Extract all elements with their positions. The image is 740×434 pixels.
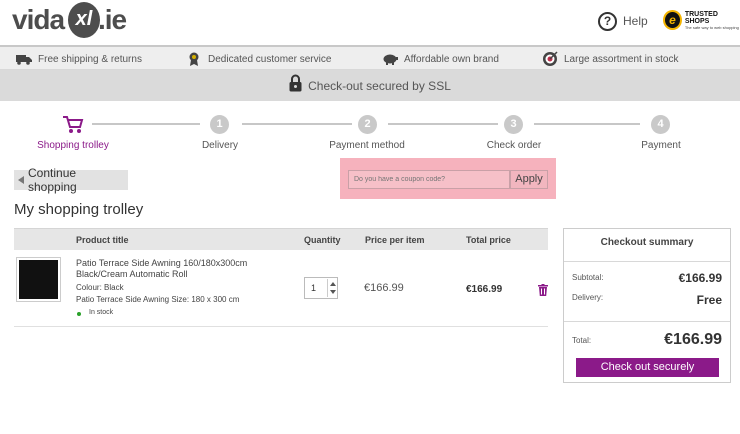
target-icon	[542, 51, 558, 66]
step-number: 3	[504, 115, 523, 134]
usp-own-brand: Affordable own brand	[382, 50, 499, 68]
step-connector	[242, 123, 352, 125]
quantity-stepper[interactable]: 1	[304, 277, 338, 299]
step-number: 1	[210, 115, 229, 134]
logo-mark: xl	[68, 2, 100, 38]
quantity-value[interactable]: 1	[311, 283, 316, 293]
price-per-item: €166.99	[364, 282, 404, 294]
header-quantity: Quantity	[304, 235, 341, 245]
check-out-button[interactable]: Check out securely	[576, 358, 719, 377]
step-payment: Payment	[641, 140, 681, 151]
usp-label: Large assortment in stock	[564, 53, 679, 65]
logo-text: vida	[12, 4, 65, 35]
coupon-apply-button[interactable]: Apply	[510, 170, 548, 189]
step-connector	[388, 123, 498, 125]
piggy-bank-icon	[382, 52, 398, 66]
page-title: My shopping trolley	[14, 201, 144, 218]
header-price-per-item: Price per item	[365, 235, 425, 245]
step-payment-method: Payment method	[329, 140, 405, 151]
trusted-shops-icon: e	[663, 10, 682, 30]
usp-bar: Free shipping & returns Dedicated custom…	[0, 45, 740, 70]
summary-title: Checkout summary	[600, 237, 694, 248]
shopping-cart-icon	[62, 115, 84, 135]
usp-label: Free shipping & returns	[38, 53, 142, 65]
delivery-value: Free	[696, 293, 722, 307]
step-connector	[92, 123, 200, 125]
trusted-shops-badge[interactable]: e TRUSTED SHOPS The safe way to web shop…	[663, 10, 740, 30]
coupon-section: Apply	[340, 158, 556, 199]
truck-icon	[16, 52, 32, 66]
total-label: Total:	[572, 336, 592, 345]
divider	[564, 261, 730, 262]
stock-status: In stock	[89, 309, 114, 316]
usp-free-shipping: Free shipping & returns	[16, 50, 142, 68]
help-link[interactable]: ? Help	[598, 11, 648, 31]
step-number: 4	[651, 115, 670, 134]
trusted-shops-title: TRUSTED SHOPS	[684, 10, 718, 25]
subtotal-value: €166.99	[678, 271, 722, 285]
product-colour: Colour: Black	[76, 283, 124, 292]
lock-icon	[289, 74, 302, 97]
trash-icon[interactable]	[538, 283, 548, 296]
total-value: €166.99	[664, 331, 722, 348]
chevron-down-icon[interactable]	[330, 290, 336, 294]
subtotal-label: Subtotal:	[572, 273, 604, 282]
vidaxl-logo[interactable]: vida xl .ie	[12, 2, 127, 40]
logo-domain: .ie	[98, 4, 127, 35]
continue-shopping-button[interactable]: Continue shopping	[14, 166, 128, 194]
coupon-input[interactable]	[348, 170, 510, 189]
usp-label: Affordable own brand	[404, 53, 499, 65]
product-thumbnail[interactable]	[16, 257, 61, 302]
ssl-label: Check-out secured by SSL	[308, 78, 451, 93]
quantity-arrows[interactable]	[327, 279, 337, 297]
step-shopping-trolley: Shopping trolley	[37, 140, 109, 151]
usp-customer-service: Dedicated customer service	[186, 50, 331, 68]
divider	[564, 321, 730, 322]
step-delivery: Delivery	[201, 140, 239, 151]
product-title-link[interactable]: Patio Terrace Side Awning 160/180x300cm …	[76, 258, 271, 280]
continue-shopping-label: Continue shopping	[28, 166, 77, 194]
step-check-order: Check order	[486, 140, 542, 151]
question-circle-icon: ?	[598, 11, 617, 31]
trusted-shops-subtitle: The safe way to web shopping	[684, 24, 739, 30]
header-total-price: Total price	[466, 235, 511, 245]
table-row: Patio Terrace Side Awning 160/180x300cm …	[14, 250, 548, 327]
chevron-up-icon[interactable]	[330, 282, 336, 286]
usp-label: Dedicated customer service	[208, 53, 332, 65]
usp-assortment: Large assortment in stock	[542, 50, 679, 68]
cart-table-header: Product title Quantity Price per item To…	[14, 228, 548, 250]
award-ribbon-icon	[186, 52, 202, 66]
delivery-label: Delivery:	[572, 293, 604, 302]
help-label: Help	[623, 14, 648, 28]
step-connector	[534, 123, 640, 125]
in-stock-indicator	[77, 312, 81, 316]
header-product-title: Product title	[76, 235, 129, 245]
step-number: 2	[358, 115, 377, 134]
ssl-bar: Check-out secured by SSL	[0, 70, 740, 101]
checkout-progress: Shopping trolley 1 Delivery 2 Payment me…	[0, 112, 740, 157]
header: vida xl .ie ? Help e TRUSTED SHOPS The s…	[0, 0, 740, 44]
product-size: Patio Terrace Side Awning Size: 180 x 30…	[76, 295, 240, 304]
total-price: €166.99	[466, 284, 503, 295]
checkout-summary: Checkout summary Subtotal: €166.99 Deliv…	[563, 228, 731, 383]
arrow-left-icon	[18, 176, 24, 184]
